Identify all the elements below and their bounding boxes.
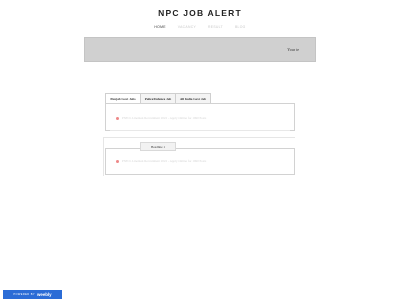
list-bullet bbox=[116, 160, 119, 163]
headline-section: PSPCL Lineman Recruitment 2022 - Apply O… bbox=[105, 148, 295, 175]
header-banner: Your te bbox=[84, 37, 316, 62]
list-bullet bbox=[116, 117, 119, 120]
powered-by-badge[interactable]: POWERED BY weebly bbox=[3, 290, 62, 299]
divider bbox=[110, 130, 290, 131]
nav-home[interactable]: HOME bbox=[148, 25, 171, 30]
nav-result[interactable]: RESULT bbox=[202, 25, 229, 30]
tab-panel: PSPCL Lineman Recruitment 2022 - Apply O… bbox=[105, 103, 295, 131]
nav-vacancy[interactable]: VACANCY bbox=[172, 25, 202, 30]
nav-blog[interactable]: BLOG bbox=[229, 25, 252, 30]
weebly-logo: weebly bbox=[36, 292, 52, 297]
site-title[interactable]: NPC JOB ALERT bbox=[0, 8, 400, 18]
badge-prefix: POWERED BY bbox=[13, 293, 35, 296]
main-nav: HOME VACANCY RESULT BLOG bbox=[0, 25, 400, 30]
banner-text[interactable]: Your te bbox=[287, 47, 299, 52]
section-heading[interactable]: Headline 1 bbox=[140, 142, 176, 151]
job-link[interactable]: PSPCL Lineman Recruitment 2022 - Apply O… bbox=[122, 116, 206, 120]
job-link[interactable]: PSPCL Lineman Recruitment 2022 - Apply O… bbox=[122, 159, 206, 163]
